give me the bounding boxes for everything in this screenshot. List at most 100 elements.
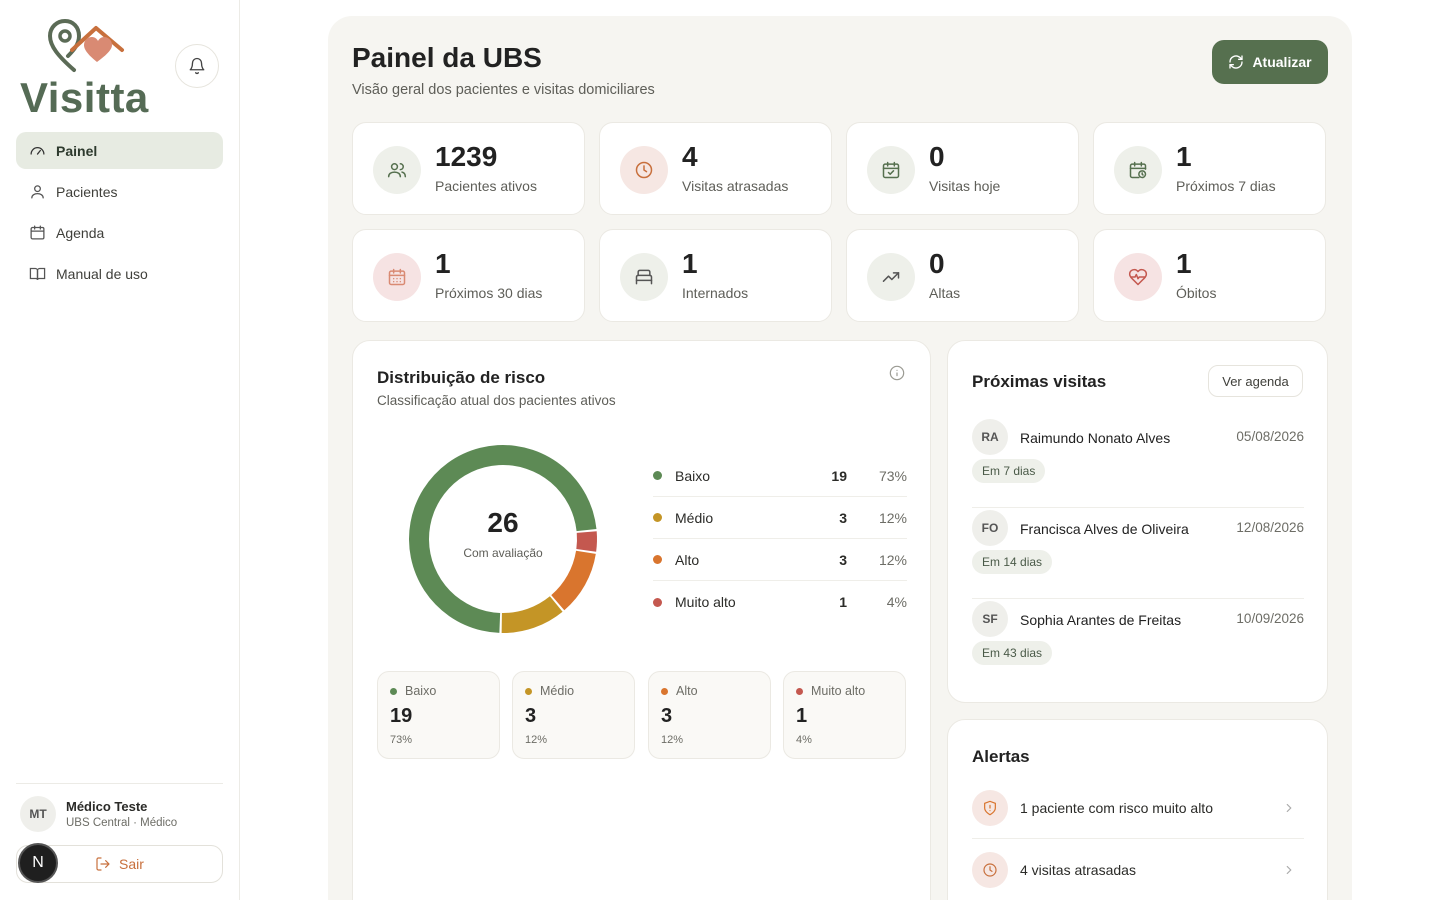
page-title: Painel da UBS: [352, 42, 542, 73]
stat-card-visitas-hoje[interactable]: 0 Visitas hoje: [846, 122, 1079, 215]
stat-label: Visitas atrasadas: [682, 178, 789, 194]
risk-donut-chart: [409, 445, 597, 633]
clock-icon: [972, 851, 1008, 888]
sidebar-item-label: Painel: [56, 142, 98, 159]
mini-count: 19: [390, 705, 413, 727]
donut-total-label: Com avaliação: [463, 546, 543, 560]
visit-item[interactable]: FO Francisca Alves de Oliveira 12/08/202…: [972, 508, 1304, 599]
risk-distribution-card: Distribuição de risco Classificação atua…: [352, 340, 931, 900]
mini-label: Médio: [540, 684, 575, 698]
alerts-card: Alertas 1 paciente com risco muito alto …: [947, 719, 1328, 900]
risk-title: Distribuição de risco: [377, 368, 546, 387]
visit-date: 05/08/2026: [1236, 429, 1304, 444]
mini-count: 3: [661, 705, 673, 727]
donut-slice-medio[interactable]: [501, 596, 563, 633]
visit-patient-name: Francisca Alves de Oliveira: [1020, 521, 1189, 537]
mini-label: Muito alto: [811, 684, 866, 698]
sidebar-item-manual[interactable]: Manual de uso: [16, 255, 223, 292]
mini-dot: [525, 687, 532, 695]
stat-card-proximos-7-dias[interactable]: 1 Próximos 7 dias: [1093, 122, 1326, 215]
chevron-right-icon: [1282, 863, 1296, 877]
mini-label: Baixo: [405, 684, 437, 698]
sidebar-item-label: Manual de uso: [56, 265, 148, 282]
stat-label: Próximos 30 dias: [435, 285, 543, 301]
stat-value: 4: [682, 141, 698, 172]
stat-label: Pacientes ativos: [435, 178, 537, 194]
stat-label: Próximos 7 dias: [1176, 178, 1276, 194]
stat-value: 1: [1176, 248, 1192, 279]
info-icon[interactable]: [889, 365, 905, 386]
heart-pulse-icon: [1114, 253, 1162, 301]
bell-icon: [189, 57, 205, 75]
legend-pct: 73%: [878, 467, 907, 484]
users-icon: [373, 146, 421, 194]
legend-name: Alto: [675, 551, 700, 568]
alert-item-risco-muito-alto[interactable]: 1 paciente com risco muito alto: [972, 778, 1304, 839]
shield-alert-icon: [972, 790, 1008, 826]
notifications-button[interactable]: [175, 44, 219, 88]
sidebar: Visitta Painel Pacientes Agenda Manual d…: [0, 0, 240, 900]
book-icon: [28, 265, 46, 283]
avatar: FO: [972, 510, 1008, 546]
alerts-title: Alertas: [972, 747, 1030, 766]
stat-label: Visitas hoje: [929, 178, 1001, 194]
sidebar-divider: [16, 783, 223, 784]
visit-item[interactable]: SF Sophia Arantes de Freitas 10/09/2026 …: [972, 599, 1304, 690]
risk-summary-medio: Médio 3 12%: [512, 671, 635, 759]
stat-card-altas[interactable]: 0 Altas: [846, 229, 1079, 322]
visit-due-badge: Em 7 dias: [972, 459, 1046, 483]
view-agenda-button[interactable]: Ver agenda: [1208, 365, 1303, 397]
trending-up-icon: [867, 253, 915, 301]
legend-dot: [653, 555, 662, 564]
gauge-icon: [28, 142, 46, 160]
stat-card-internados[interactable]: 1 Internados: [599, 229, 832, 322]
visit-due-badge: Em 43 dias: [972, 641, 1053, 665]
sidebar-nav: Painel Pacientes Agenda Manual de uso: [16, 132, 223, 296]
sidebar-item-pacientes[interactable]: Pacientes: [16, 173, 223, 210]
sidebar-item-label: Pacientes: [56, 183, 118, 200]
mini-pct: 4%: [796, 734, 812, 746]
risk-summary-muito-alto: Muito alto 1 4%: [783, 671, 906, 759]
sidebar-item-painel[interactable]: Painel: [16, 132, 223, 169]
refresh-button[interactable]: Atualizar: [1212, 40, 1328, 84]
dev-badge[interactable]: N: [18, 843, 58, 883]
mini-count: 3: [525, 705, 537, 727]
refresh-label: Atualizar: [1252, 54, 1312, 70]
mini-dot: [390, 687, 397, 695]
visits-title: Próximas visitas: [972, 372, 1107, 391]
app-logo[interactable]: Visitta: [20, 18, 160, 121]
legend-row-alto: Alto 3 12%: [653, 539, 907, 581]
logout-icon: [95, 856, 111, 872]
alert-text: 1 paciente com risco muito alto: [1020, 800, 1213, 816]
sidebar-item-agenda[interactable]: Agenda: [16, 214, 223, 251]
calendar-check-icon: [867, 146, 915, 194]
stat-card-proximos-30-dias[interactable]: 1 Próximos 30 dias: [352, 229, 585, 322]
legend-name: Médio: [675, 509, 714, 526]
visit-patient-name: Raimundo Nonato Alves: [1020, 430, 1171, 446]
legend-dot: [653, 513, 662, 522]
mini-dot: [796, 687, 803, 695]
stat-card-visitas-atrasadas[interactable]: 4 Visitas atrasadas: [599, 122, 832, 215]
mini-label: Alto: [676, 684, 698, 698]
stat-card-pacientes-ativos[interactable]: 1239 Pacientes ativos: [352, 122, 585, 215]
legend-name: Baixo: [675, 467, 711, 484]
page-subtitle: Visão geral dos pacientes e visitas domi…: [352, 82, 655, 98]
calendar-grid-icon: [373, 253, 421, 301]
logo-heart-pin-icon: [47, 18, 124, 72]
legend-count: 19: [831, 467, 847, 484]
legend-dot: [653, 471, 662, 480]
legend-row-muito-alto: Muito alto 1 4%: [653, 581, 907, 623]
mini-count: 1: [796, 705, 808, 727]
visit-item[interactable]: RA Raimundo Nonato Alves 05/08/2026 Em 7…: [972, 417, 1304, 508]
sidebar-item-label: Agenda: [56, 224, 105, 241]
risk-summary-baixo: Baixo 19 73%: [377, 671, 500, 759]
alert-item-visitas-atrasadas[interactable]: 4 visitas atrasadas: [972, 839, 1304, 900]
avatar: RA: [972, 419, 1008, 455]
avatar: SF: [972, 601, 1008, 637]
stat-card-obitos[interactable]: 1 Óbitos: [1093, 229, 1326, 322]
stat-value: 0: [929, 248, 945, 279]
chevron-right-icon: [1282, 801, 1296, 815]
mini-pct: 12%: [525, 734, 548, 746]
avatar: MT: [20, 796, 56, 832]
legend-count: 3: [839, 551, 847, 568]
